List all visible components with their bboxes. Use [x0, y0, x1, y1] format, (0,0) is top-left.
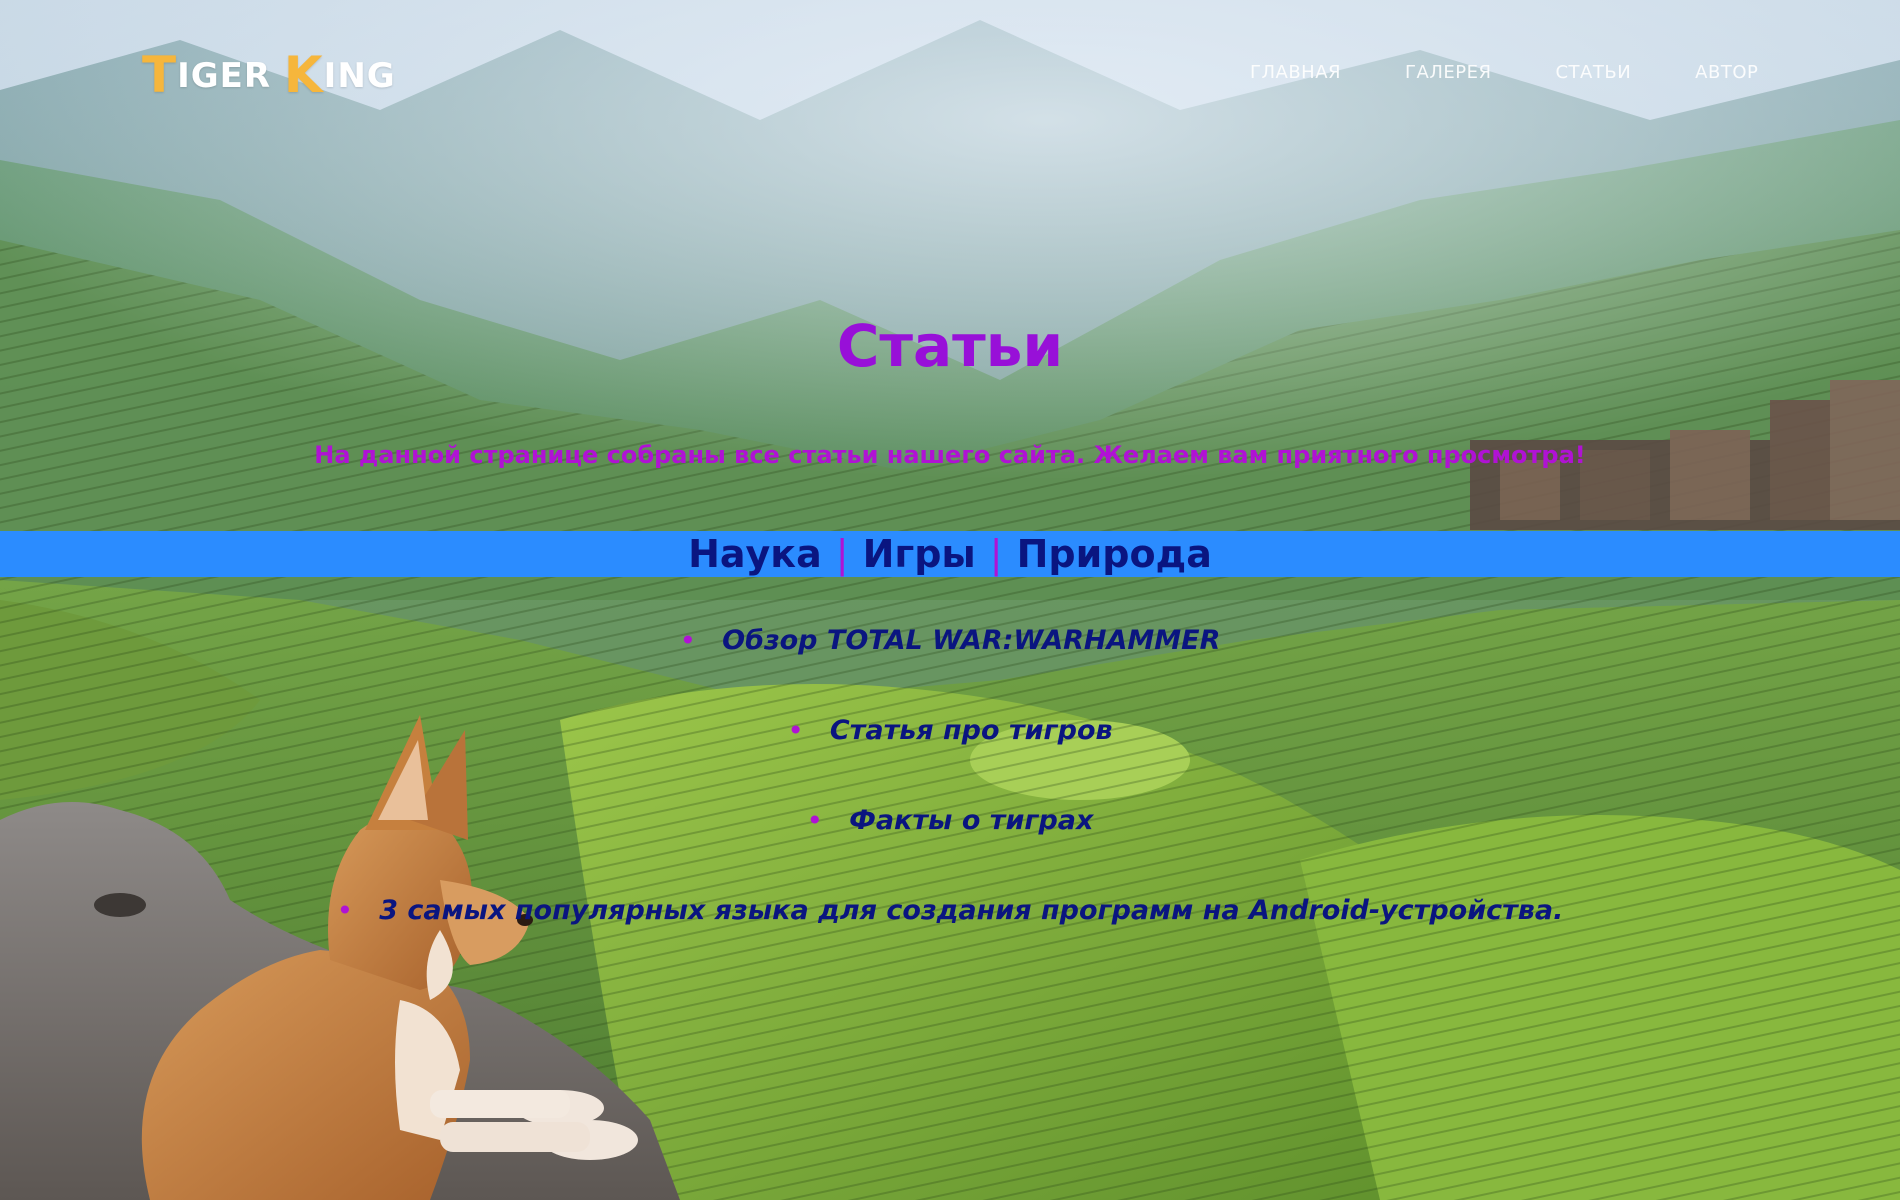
site-logo[interactable]: TIGER KING: [142, 46, 396, 104]
nav-link-gallery[interactable]: ГАЛЕРЕЯ: [1405, 62, 1491, 83]
list-item: • Обзор TOTAL WAR:WARHAMMER: [0, 625, 1900, 715]
category-link-science[interactable]: Наука: [688, 532, 822, 576]
bullet-icon: •: [806, 803, 824, 837]
category-separator: |: [835, 532, 849, 576]
list-item: • Статья про тигров: [0, 715, 1900, 805]
page-subtitle: На данной странице собраны все статьи на…: [314, 441, 1586, 469]
logo-second-rest: ING: [323, 56, 396, 96]
category-link-games[interactable]: Игры: [863, 532, 976, 576]
category-separator: |: [989, 532, 1003, 576]
articles-list: • Обзор TOTAL WAR:WARHAMMER • Статья про…: [0, 625, 1900, 985]
page-title: Статьи: [836, 312, 1064, 380]
bullet-icon: •: [679, 623, 697, 657]
article-link[interactable]: Факты о тиграх: [849, 805, 1093, 836]
nav-link-articles[interactable]: СТАТЬИ: [1555, 62, 1631, 83]
category-bar: Наука | Игры | Природа: [0, 531, 1900, 577]
bullet-icon: •: [336, 893, 354, 927]
main-nav: ГЛАВНАЯ ГАЛЕРЕЯ СТАТЬИ АВТОР: [1250, 62, 1758, 83]
list-item: • Факты о тиграх: [0, 805, 1900, 895]
logo-first-cap: T: [142, 46, 178, 104]
logo-first-rest: IGER: [177, 56, 272, 96]
category-link-nature[interactable]: Природа: [1017, 532, 1212, 576]
bullet-icon: •: [787, 713, 804, 747]
background-landscape-image: [0, 0, 1900, 1200]
nav-link-home[interactable]: ГЛАВНАЯ: [1250, 62, 1341, 83]
article-link[interactable]: Статья про тигров: [830, 715, 1113, 746]
nav-link-author[interactable]: АВТОР: [1695, 62, 1758, 83]
article-link[interactable]: Обзор TOTAL WAR:WARHAMMER: [722, 625, 1220, 656]
logo-second-cap: K: [283, 46, 324, 104]
list-item: • 3 самых популярных языка для создания …: [0, 895, 1900, 985]
article-link[interactable]: 3 самых популярных языка для создания пр…: [379, 895, 1563, 926]
